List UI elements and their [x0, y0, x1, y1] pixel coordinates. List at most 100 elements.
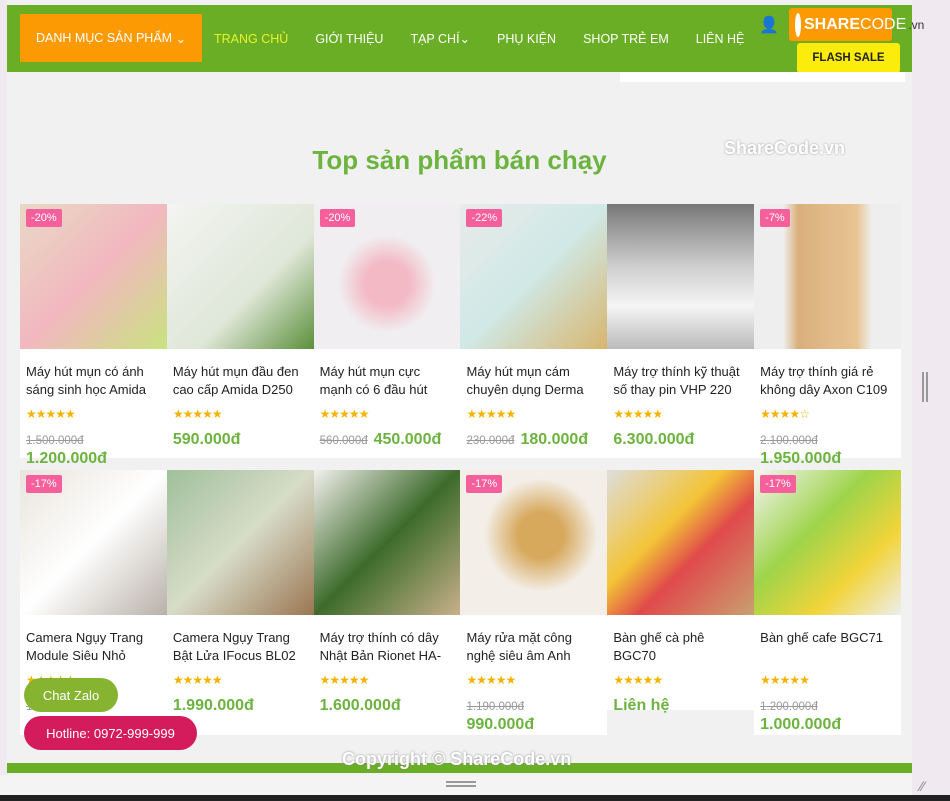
product-image[interactable]	[607, 470, 755, 615]
discount-badge: -22%	[466, 209, 503, 227]
product-image[interactable]: -20%	[20, 204, 167, 349]
chevron-down-icon: ⌄	[459, 32, 471, 46]
product-image[interactable]: -20%	[313, 204, 461, 349]
product-name[interactable]: Máy trợ thính giá rẻ không dây Axon C109	[754, 349, 901, 403]
rating-stars: ★★★★★	[26, 407, 76, 421]
product-name[interactable]: Máy hút mụn đầu đen cao cấp Amida D250	[167, 349, 314, 403]
discount-badge: -20%	[26, 209, 62, 227]
product-card[interactable]: Máy trợ thính kỹ thuật số thay pin VHP 2…	[607, 204, 755, 458]
user-icon[interactable]: 👤	[759, 15, 779, 35]
product-image[interactable]: -17%	[754, 470, 901, 615]
rating-stars: ★★★★★	[613, 407, 663, 421]
discount-badge: -17%	[760, 475, 796, 493]
old-price: 1.190.000đ	[466, 701, 525, 713]
old-price: 1.500.000đ	[26, 435, 84, 447]
price-block: 590.000đ	[167, 421, 314, 448]
logo-text-code: CODE	[860, 15, 907, 33]
product-name[interactable]: Máy trợ thính có dây Nhật Bản Rionet HA-	[314, 615, 461, 669]
product-image[interactable]: -17%	[460, 470, 608, 615]
category-label: DANH MỤC SẢN PHẨM	[35, 31, 173, 45]
discount-badge: -7%	[760, 209, 790, 227]
rating-stars: ★★★★★	[466, 407, 516, 421]
product-image[interactable]	[166, 470, 314, 615]
product-card[interactable]: -20% Máy hút mụn cực mạnh có 6 đầu hút ★★★…	[313, 204, 461, 458]
scroll-handle[interactable]	[922, 372, 928, 402]
chat-zalo-button[interactable]: Chat Zalo	[24, 678, 118, 712]
product-card[interactable]: -17% Máy rửa mặt công nghệ siêu âm Anh ★★★…	[460, 470, 608, 735]
price: Liên hệ	[613, 697, 670, 714]
product-image[interactable]	[166, 204, 314, 349]
product-name[interactable]: Bàn ghế cà phê BGC70	[607, 615, 754, 669]
product-image[interactable]: -7%	[754, 204, 901, 349]
product-image[interactable]	[607, 204, 755, 349]
price: 1.000.000đ	[760, 716, 842, 733]
price-block: 1.990.000đ	[167, 687, 314, 714]
hotline-button[interactable]: Hotline: 0972-999-999	[24, 716, 197, 750]
product-card[interactable]: -20% Máy hút mụn có ánh sáng sinh học Ami…	[20, 204, 167, 467]
discount-badge: -20%	[319, 209, 356, 227]
rating-stars: ★★★★★	[760, 673, 810, 687]
menu-item[interactable]: LIÊN HỆ	[696, 32, 745, 46]
menu-item[interactable]: TRANG CHỦ	[214, 32, 288, 46]
product-name[interactable]: Máy hút mụn cám chuyên dụng Derma	[460, 349, 607, 403]
price-block: Liên hệ	[607, 687, 754, 714]
product-card[interactable]: Camera Ngụy Trang Bật Lửa IFocus BL02 ★★★…	[166, 470, 314, 735]
rating-stars: ★★★★★	[319, 407, 370, 421]
main-nav: DANH MỤC SẢN PHẨM ⌄ TRANG CHỦ GIỚI THIỆU T…	[7, 5, 924, 73]
product-image[interactable]: -22%	[460, 204, 608, 349]
old-price: 1.200.000đ	[760, 701, 818, 713]
price-block: 1.200.000đ 1.000.000đ	[754, 687, 901, 733]
drag-handle[interactable]	[446, 781, 476, 787]
price: 1.990.000đ	[172, 697, 254, 714]
product-card[interactable]: -22% Máy hút mụn cám chuyên dụng Derma ★★★…	[460, 204, 608, 458]
product-name[interactable]: Máy hút mụn có ánh sáng sinh học Amida	[20, 349, 167, 403]
price-block: 1.500.000đ 1.200.000đ	[20, 421, 167, 467]
discount-badge: -17%	[26, 475, 62, 493]
product-card[interactable]: Máy hút mụn đầu đen cao cấp Amida D250 ★★…	[166, 204, 314, 458]
product-name[interactable]: Camera Ngụy Trang Bật Lửa IFocus BL02	[167, 615, 314, 669]
product-image[interactable]: -17%	[20, 470, 167, 615]
copyright: Copyright © ShareCode.vn	[342, 749, 572, 769]
menu-item[interactable]: SHOP TRẺ EM	[583, 32, 669, 46]
price-block: 1.190.000đ 990.000đ	[460, 687, 607, 733]
logo: SHARE CODE .vn	[789, 8, 924, 41]
product-card[interactable]: -17% Bàn ghế cafe BGC71 ★★★★★ 1.200.000đ 1.0…	[754, 470, 901, 735]
chevron-down-icon: ⌄	[175, 31, 187, 46]
rating-stars: ★★★★★	[172, 673, 223, 687]
price-block: 230.000đ 180.000đ	[460, 421, 607, 450]
rating-stars: ★★★★★	[466, 673, 516, 687]
product-image[interactable]	[313, 470, 461, 615]
rating-stars: ★★★★★	[319, 673, 370, 687]
logo-text-vn: .vn	[908, 17, 925, 32]
product-name[interactable]: Máy rửa mặt công nghệ siêu âm Anh	[460, 615, 607, 669]
category-menu-button[interactable]: DANH MỤC SẢN PHẨM ⌄	[20, 14, 202, 62]
price: 1.950.000đ	[760, 450, 842, 467]
product-card[interactable]: Bàn ghế cà phê BGC70 ★★★★★ Liên hệ	[607, 470, 755, 714]
flash-sale-button[interactable]: FLASH SALE	[797, 43, 900, 73]
menu-item[interactable]: GIỚI THIỆU	[315, 32, 383, 46]
rating-stars: ★★★★☆	[760, 407, 810, 421]
product-name[interactable]: Camera Ngụy Trang Module Siêu Nhỏ	[20, 615, 167, 669]
resize-handle-icon[interactable]: ⁄⁄	[920, 778, 925, 794]
dropdown-strip	[620, 72, 905, 82]
watermark: ShareCode.vn	[724, 138, 846, 158]
product-card[interactable]: -7% Máy trợ thính giá rẻ không dây Axon C…	[754, 204, 901, 467]
menu: TRANG CHỦ GIỚI THIỆU TẠP CHÍ ⌄ PHỤ KIỆN SHOP …	[214, 5, 744, 72]
product-name[interactable]: Máy trợ thính kỹ thuật số thay pin VHP 2…	[607, 349, 754, 403]
old-price: 560.000đ	[319, 435, 368, 447]
rating-stars: ★★★★★	[613, 673, 663, 687]
price-block: 6.300.000đ	[607, 421, 754, 448]
menu-item[interactable]: PHỤ KIỆN	[497, 32, 556, 46]
logo-text: SHARE	[804, 15, 861, 33]
price: 6.300.000đ	[613, 431, 695, 448]
price: 1.200.000đ	[26, 450, 107, 467]
product-card[interactable]: Máy trợ thính có dây Nhật Bản Rionet HA-…	[313, 470, 461, 735]
price: 180.000đ	[520, 431, 589, 448]
price-block: 560.000đ 450.000đ	[314, 421, 461, 450]
menu-item[interactable]: TẠP CHÍ	[410, 32, 459, 46]
price: 450.000đ	[373, 431, 442, 448]
price-block: 2.100.000đ 1.950.000đ	[754, 421, 901, 467]
product-name[interactable]: Máy hút mụn cực mạnh có 6 đầu hút	[314, 349, 461, 403]
rating-stars: ★★★★★	[172, 407, 223, 421]
product-name[interactable]: Bàn ghế cafe BGC71	[754, 615, 901, 669]
